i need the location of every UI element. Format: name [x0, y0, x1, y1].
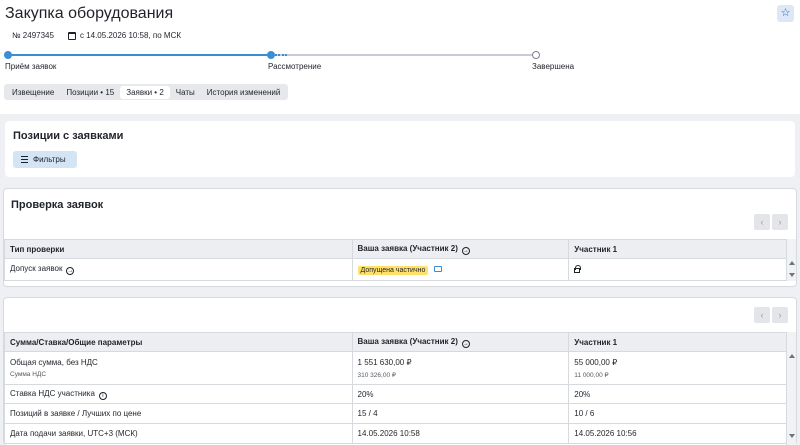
- tab-bids[interactable]: Заявки • 2: [120, 85, 170, 99]
- row-positions-other: 10 / 6: [568, 403, 787, 424]
- positions-title: Позиции с заявками: [13, 130, 124, 142]
- summary-card: ‹ › Сумма/Ставка/Общие параметры Ваша за…: [3, 297, 797, 445]
- row-total-mine: 1 551 630,00 ₽ 310 326,00 ₽: [351, 351, 570, 385]
- bid-check-scrollbar[interactable]: [786, 239, 796, 281]
- status-badge: Допущена частично: [357, 265, 429, 275]
- scroll-up-icon[interactable]: [789, 354, 795, 358]
- bid-check-table: Тип проверки Ваша заявка (Участник 2) → У…: [4, 239, 787, 281]
- tab-chats[interactable]: Чаты: [170, 86, 201, 99]
- vat-rate-label: Ставка НДС участника: [10, 388, 95, 398]
- row-vat-other: 20%: [568, 384, 787, 404]
- procurement-header: Закупка оборудования ☆ № 2497345 с 14.05…: [0, 0, 800, 114]
- stage-dot-reception: [4, 51, 12, 59]
- col-participant-1: Участник 1: [568, 239, 787, 259]
- table-row: Допуск заявок → Допущена частично: [4, 258, 787, 281]
- stage-track-progress: [7, 54, 271, 56]
- summary-scrollbar[interactable]: [786, 332, 796, 445]
- table-row: Дата подачи заявки, UTC+3 (МСК) 14.05.20…: [4, 423, 787, 444]
- favorite-button[interactable]: ☆: [777, 5, 794, 22]
- positions-card: Позиции с заявками Фильтры: [5, 121, 795, 177]
- stage-track-dash: [275, 54, 287, 56]
- arrow-circle-icon[interactable]: →: [461, 339, 470, 348]
- prev-participant-button[interactable]: ‹: [754, 214, 770, 230]
- procurement-number: № 2497345: [12, 31, 54, 40]
- check-row-my-status: Допущена частично: [351, 258, 570, 281]
- admission-label: Допуск заявок: [10, 264, 63, 273]
- bid-check-card: Проверка заявок ‹ › Тип проверки Ваша за…: [3, 188, 797, 287]
- summary-nav: ‹ ›: [754, 307, 788, 323]
- bid-check-title: Проверка заявок: [11, 199, 104, 211]
- check-row-participant: [568, 258, 787, 281]
- table-header-row: Сумма/Ставка/Общие параметры Ваша заявка…: [4, 332, 787, 352]
- procurement-date: с 14.05.2026 10:58, по МСК: [79, 31, 182, 40]
- col-my-bid-label: Ваша заявка (Участник 2): [357, 243, 458, 253]
- message-icon[interactable]: [434, 265, 443, 272]
- info-icon[interactable]: i: [98, 391, 107, 400]
- calendar-icon: [67, 31, 76, 40]
- table-header-row: Тип проверки Ваша заявка (Участник 2) → У…: [4, 239, 787, 259]
- table-row: Позиций в заявке / Лучших по цене 15 / 4…: [4, 403, 787, 424]
- tab-history[interactable]: История изменений: [201, 86, 287, 99]
- stage-label-reception: Приём заявок: [5, 62, 57, 71]
- row-total-label: Общая сумма, без НДС Сумма НДС: [4, 351, 353, 385]
- stage-label-review: Рассмотрение: [268, 62, 322, 71]
- next-participant-button[interactable]: ›: [772, 307, 788, 323]
- procurement-meta: № 2497345 с 14.05.2026 10:58, по МСК: [12, 31, 181, 40]
- prev-participant-button[interactable]: ‹: [754, 307, 770, 323]
- lock-icon: [574, 264, 582, 273]
- next-participant-button[interactable]: ›: [772, 214, 788, 230]
- filter-icon: [21, 156, 28, 163]
- row-date-label: Дата подачи заявки, UTC+3 (МСК): [4, 423, 353, 444]
- participant-vat-sum: 11 000,00 ₽: [574, 371, 609, 379]
- star-icon: ☆: [780, 7, 791, 19]
- page-title: Закупка оборудования: [5, 5, 174, 22]
- my-total: 1 551 630,00 ₽: [357, 357, 412, 367]
- col-my-bid-label: Ваша заявка (Участник 2): [357, 336, 458, 346]
- col-my-bid: Ваша заявка (Участник 2) →: [351, 332, 570, 352]
- stage-dot-completed: [532, 51, 540, 59]
- row-total-other: 55 000,00 ₽ 11 000,00 ₽: [568, 351, 787, 385]
- participant-total: 55 000,00 ₽: [574, 357, 618, 367]
- arrow-circle-icon[interactable]: →: [66, 267, 75, 275]
- table-row: Общая сумма, без НДС Сумма НДС 1 551 630,…: [4, 351, 787, 385]
- table-row: Ставка НДС участника i 20% 20%: [4, 384, 787, 404]
- vat-sum-label: Сумма НДС: [10, 371, 47, 378]
- col-participant-1: Участник 1: [568, 332, 787, 352]
- scroll-up-icon[interactable]: [789, 261, 795, 265]
- col-check-type: Тип проверки: [4, 239, 353, 259]
- row-date-other: 14.05.2026 10:56: [568, 423, 787, 444]
- total-label: Общая сумма, без НДС: [10, 358, 98, 367]
- arrow-circle-icon[interactable]: →: [461, 246, 470, 255]
- row-date-mine: 14.05.2026 10:58: [351, 423, 570, 444]
- filters-button[interactable]: Фильтры: [13, 151, 77, 168]
- col-my-bid: Ваша заявка (Участник 2) →: [351, 239, 570, 259]
- col-params: Сумма/Ставка/Общие параметры: [4, 332, 353, 352]
- row-vat-mine: 20%: [351, 384, 570, 404]
- scroll-down-icon[interactable]: [789, 434, 795, 438]
- tab-notice[interactable]: Извещение: [6, 86, 60, 99]
- row-positions-mine: 15 / 4: [351, 403, 570, 424]
- summary-table: Сумма/Ставка/Общие параметры Ваша заявка…: [4, 332, 787, 444]
- tab-bar: Извещение Позиции • 15 Заявки • 2 Чаты И…: [4, 84, 289, 100]
- filters-label: Фильтры: [33, 155, 66, 164]
- row-vat-label: Ставка НДС участника i: [4, 384, 353, 404]
- my-vat-sum: 310 326,00 ₽: [357, 371, 397, 379]
- scroll-down-icon[interactable]: [789, 273, 795, 277]
- bid-check-nav: ‹ ›: [754, 214, 788, 230]
- stage-dot-review: [267, 51, 275, 59]
- row-positions-label: Позиций в заявке / Лучших по цене: [4, 403, 353, 424]
- stage-label-completed: Завершена: [532, 62, 575, 71]
- tab-positions[interactable]: Позиции • 15: [60, 86, 120, 99]
- check-row-label: Допуск заявок →: [4, 258, 353, 281]
